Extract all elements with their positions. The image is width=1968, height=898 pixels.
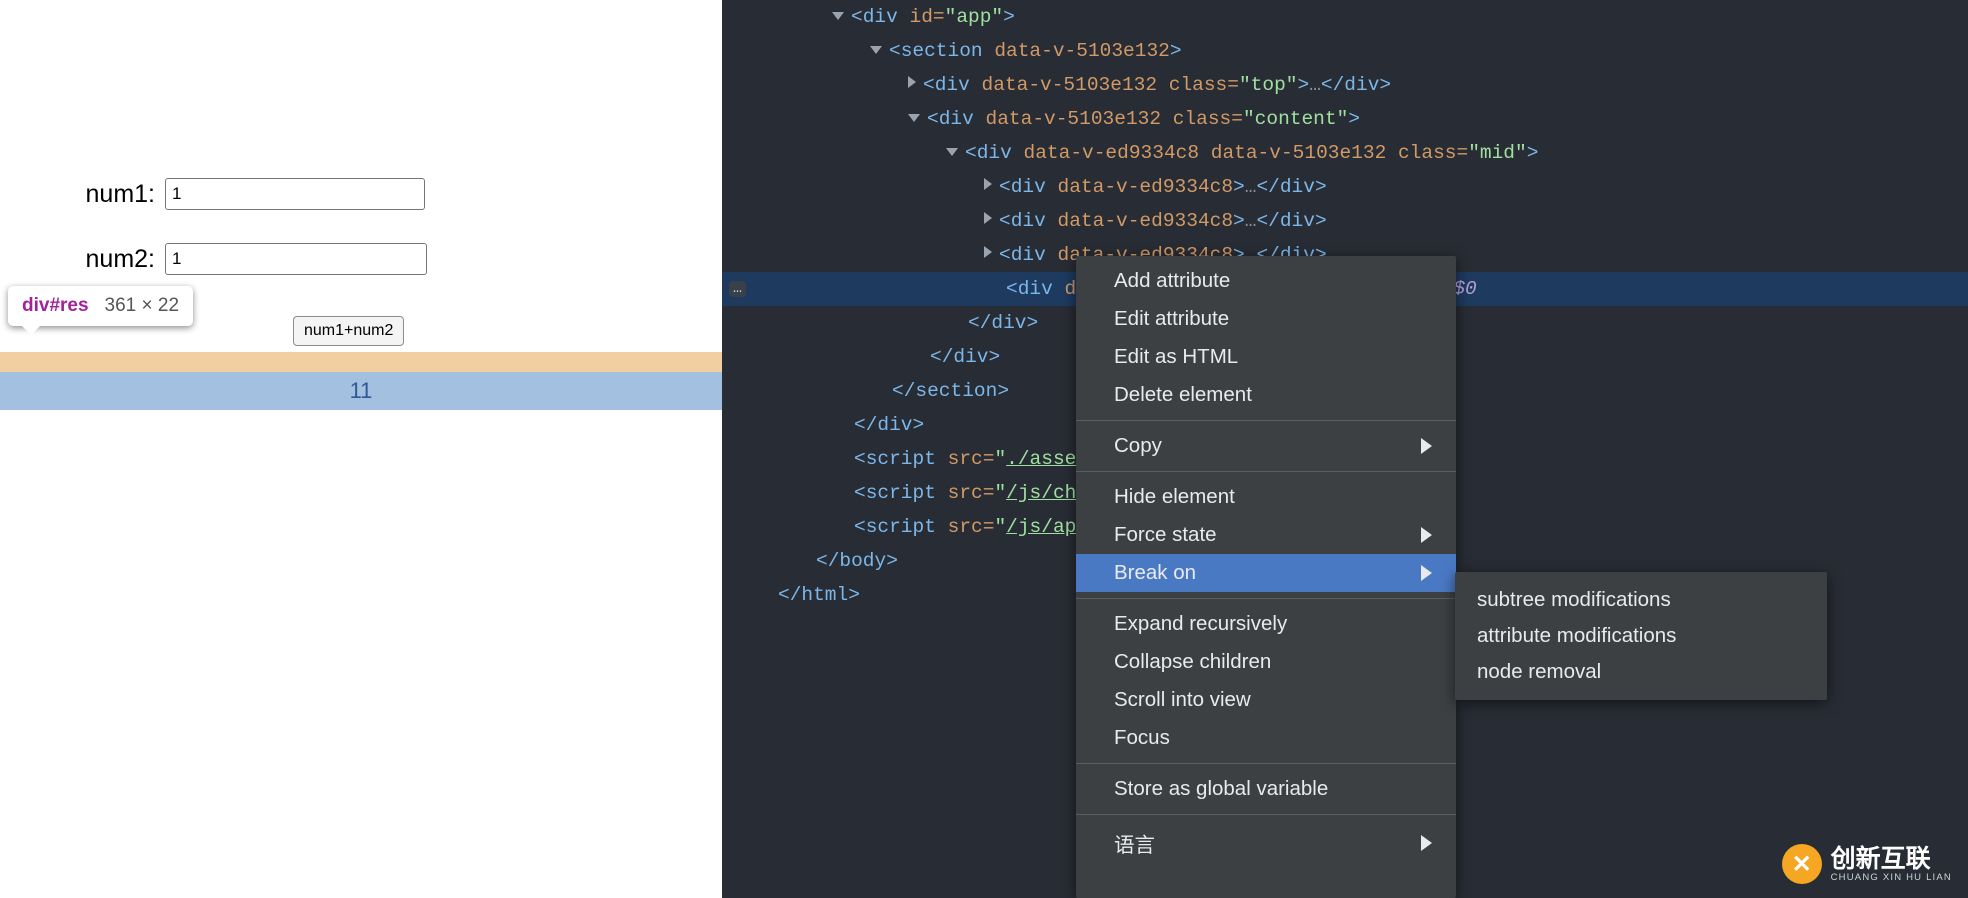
form-row-num1: num1: — [60, 178, 425, 210]
form-row-num2: num2: — [60, 243, 427, 275]
submenu-item[interactable]: attribute modifications — [1455, 618, 1827, 654]
watermark-logo-icon: ✕ — [1782, 844, 1822, 884]
context-menu-item-label: Copy — [1114, 434, 1162, 458]
context-menu-item[interactable]: Copy — [1076, 427, 1456, 465]
chevron-right-icon[interactable] — [984, 212, 992, 224]
context-menu-item[interactable]: Store as global variable — [1076, 770, 1456, 808]
dom-node-markup: </section> — [892, 380, 1009, 402]
context-menu-item-label: Edit attribute — [1114, 307, 1229, 331]
dom-node-markup: <div data-v-5103e132 class="top">…</div> — [923, 74, 1391, 96]
context-menu-item[interactable]: Add attribute — [1076, 262, 1456, 300]
dom-node[interactable]: <section data-v-5103e132> — [722, 34, 1968, 68]
chevron-right-icon — [1421, 565, 1432, 581]
chevron-right-icon[interactable] — [984, 178, 992, 190]
context-menu-item[interactable]: Edit attribute — [1076, 300, 1456, 338]
chevron-right-icon[interactable] — [984, 246, 992, 258]
context-menu-item[interactable]: Break on — [1076, 554, 1456, 592]
watermark: ✕ 创新互联 CHUANG XIN HU LIAN — [1782, 844, 1952, 884]
menu-separator — [1076, 471, 1456, 472]
context-menu-item[interactable]: Hide element — [1076, 478, 1456, 516]
chevron-right-icon — [1421, 527, 1432, 543]
submenu-item[interactable]: node removal — [1455, 654, 1827, 690]
context-menu-item[interactable]: Expand recursively — [1076, 605, 1456, 643]
dom-node[interactable]: <div data-v-ed9334c8>…</div> — [722, 204, 1968, 238]
context-menu-item-label: Break on — [1114, 561, 1196, 585]
num1-label: num1: — [60, 180, 165, 209]
context-menu-item[interactable]: Edit as HTML — [1076, 338, 1456, 376]
context-menu-item-label: Expand recursively — [1114, 612, 1287, 636]
dom-node-markup: <section data-v-5103e132> — [889, 40, 1182, 62]
chevron-down-icon[interactable] — [870, 46, 882, 54]
context-menu-item-label: Add attribute — [1114, 269, 1230, 293]
context-menu-item-label: Edit as HTML — [1114, 345, 1238, 369]
inspector-content-overlay: 11 — [0, 372, 722, 410]
chevron-right-icon[interactable] — [908, 76, 916, 88]
menu-separator — [1076, 814, 1456, 815]
dom-node-markup: </div> — [854, 414, 924, 436]
context-menu-item[interactable]: Scroll into view — [1076, 681, 1456, 719]
dom-node-markup: <script src="./asse — [854, 448, 1076, 470]
dom-node-markup: </body> — [816, 550, 898, 572]
chevron-down-icon[interactable] — [908, 114, 920, 122]
context-menu-item-label: Force state — [1114, 523, 1217, 547]
context-menu-item-label: Delete element — [1114, 383, 1252, 407]
dom-node[interactable]: <div data-v-5103e132 class="top">…</div> — [722, 68, 1968, 102]
rendered-page-pane: num1: num2: num1+num2 11 div#res 361 × 2… — [0, 0, 722, 898]
dom-node-markup: <script src="/js/ch — [854, 482, 1076, 504]
chevron-right-icon — [1421, 438, 1432, 454]
dom-node-markup: </div> — [930, 346, 1000, 368]
watermark-subtitle: CHUANG XIN HU LIAN — [1831, 872, 1952, 883]
dom-node-markup: </html> — [778, 584, 860, 606]
context-menu-item-label: Focus — [1114, 726, 1170, 750]
chevron-down-icon[interactable] — [832, 12, 844, 20]
dom-node-markup: <div id="app"> — [851, 6, 1015, 28]
num1-input[interactable] — [165, 178, 425, 210]
context-menu[interactable]: Add attribute Edit attribute Edit as HTML D… — [1076, 256, 1456, 898]
context-menu-item-label: Collapse children — [1114, 650, 1271, 674]
inspector-tooltip: div#res 361 × 22 — [8, 286, 193, 326]
context-menu-item[interactable]: Collapse children — [1076, 643, 1456, 681]
num2-input[interactable] — [165, 243, 427, 275]
menu-separator — [1076, 763, 1456, 764]
result-value: 11 — [350, 378, 373, 404]
context-menu-item[interactable]: Force state — [1076, 516, 1456, 554]
dom-node[interactable]: <div id="app"> — [722, 0, 1968, 34]
submenu-item[interactable]: subtree modifications — [1455, 582, 1827, 618]
expand-ellipsis-icon[interactable]: … — [729, 281, 746, 297]
context-menu-item-label: Scroll into view — [1114, 688, 1251, 712]
dom-node-markup: <script src="/js/ap — [854, 516, 1076, 538]
context-menu-item[interactable]: 语言 — [1076, 821, 1456, 865]
dom-node-markup: </div> — [968, 312, 1038, 334]
calculate-button[interactable]: num1+num2 — [293, 316, 404, 346]
context-menu-item[interactable]: Focus — [1076, 719, 1456, 757]
dom-node-markup: <div data-v-ed9334c8>…</div> — [999, 210, 1327, 232]
dom-node-markup: <div data-v-5103e132 class="content"> — [927, 108, 1360, 130]
dom-node[interactable]: <div data-v-ed9334c8 data-v-5103e132 cla… — [722, 136, 1968, 170]
chevron-down-icon[interactable] — [946, 148, 958, 156]
context-menu-item-label: 语言 — [1114, 828, 1155, 858]
context-submenu-break-on[interactable]: subtree modificationsattribute modificat… — [1455, 572, 1827, 700]
dom-node[interactable]: <div data-v-ed9334c8>…</div> — [722, 170, 1968, 204]
num2-label: num2: — [60, 245, 165, 274]
context-menu-item[interactable]: Delete element — [1076, 376, 1456, 414]
inspector-selector: div#res — [22, 295, 89, 317]
dom-node[interactable]: <div data-v-5103e132 class="content"> — [722, 102, 1968, 136]
watermark-title: 创新互联 — [1831, 846, 1952, 872]
dom-node-markup: <div data-v-ed9334c8>…</div> — [999, 176, 1327, 198]
menu-separator — [1076, 420, 1456, 421]
chevron-right-icon — [1421, 835, 1432, 851]
context-menu-item-label: Store as global variable — [1114, 777, 1328, 801]
menu-separator — [1076, 598, 1456, 599]
context-menu-item-label: Hide element — [1114, 485, 1235, 509]
dom-node-markup: <div data-v-ed9334c8 data-v-5103e132 cla… — [965, 142, 1538, 164]
inspector-dimensions: 361 × 22 — [105, 295, 180, 317]
